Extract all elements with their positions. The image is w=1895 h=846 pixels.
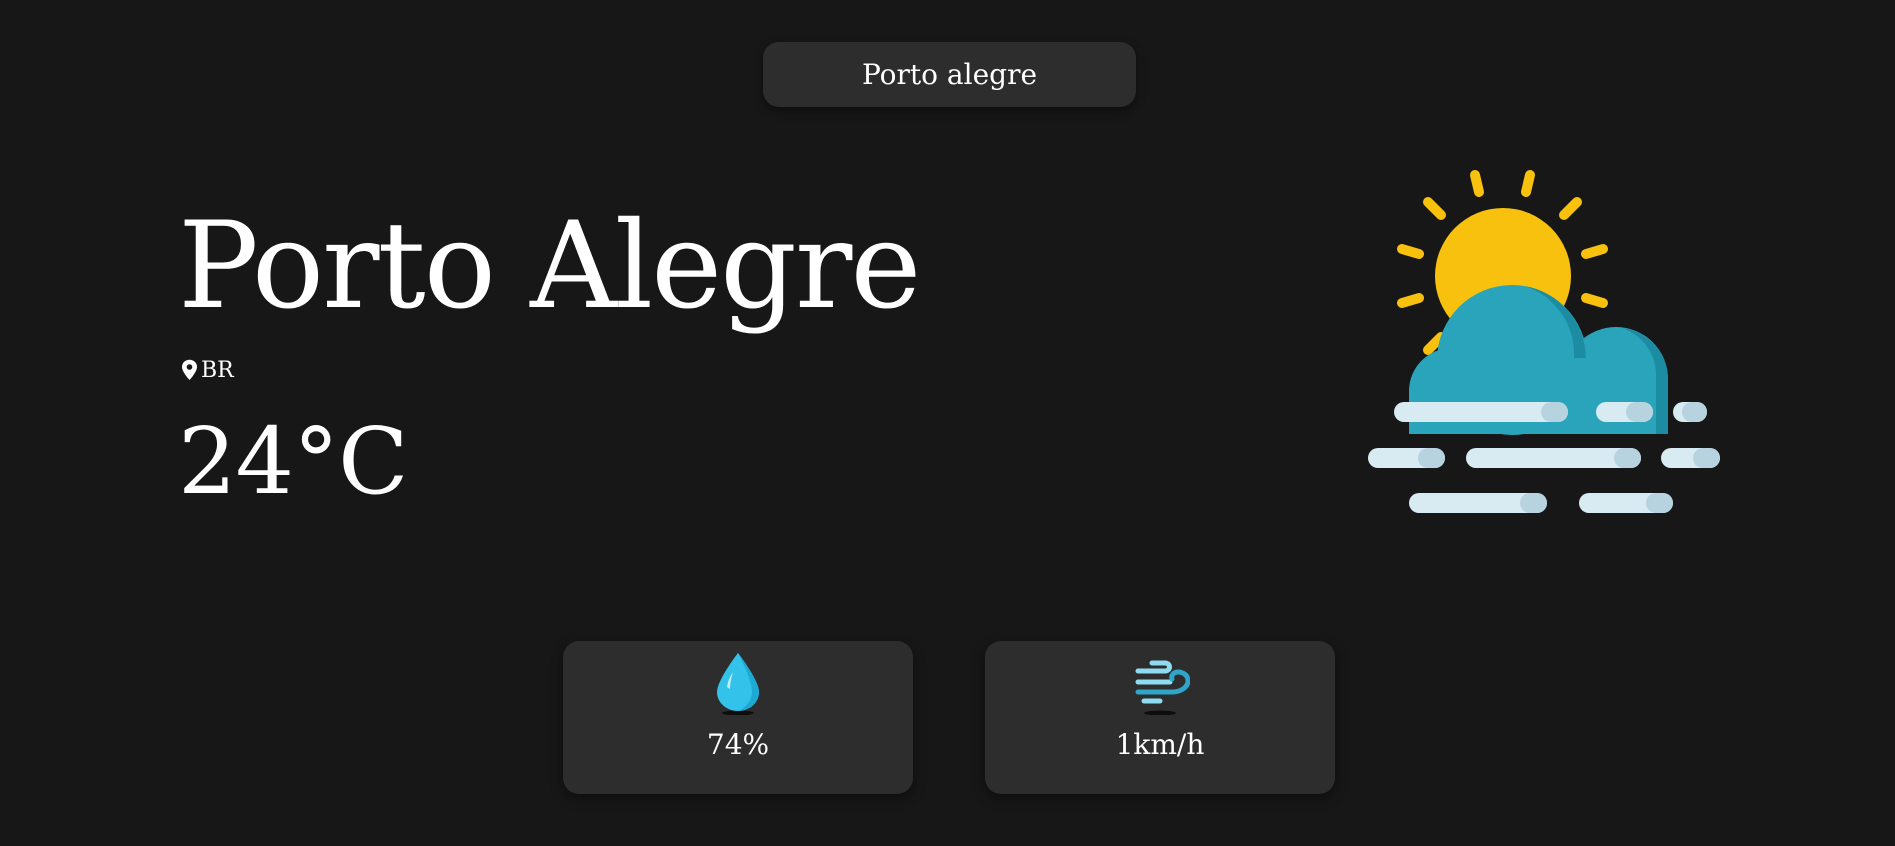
partly-cloudy-fog-icon [1360,160,1730,520]
humidity-card: 74% [563,641,913,794]
wind-icon [1130,651,1190,715]
wind-speed-value: 1km/h [1115,728,1205,761]
water-drop-icon [708,651,768,715]
city-search-input[interactable] [763,42,1136,107]
temperature-readout: 24°C [178,408,408,515]
wind-card: 1km/h [985,641,1335,794]
country-code: BR [201,357,234,383]
city-name: Porto Alegre [178,197,921,336]
location-pin-icon [181,359,198,381]
humidity-value: 74% [706,728,770,761]
country-info: BR [181,355,234,385]
